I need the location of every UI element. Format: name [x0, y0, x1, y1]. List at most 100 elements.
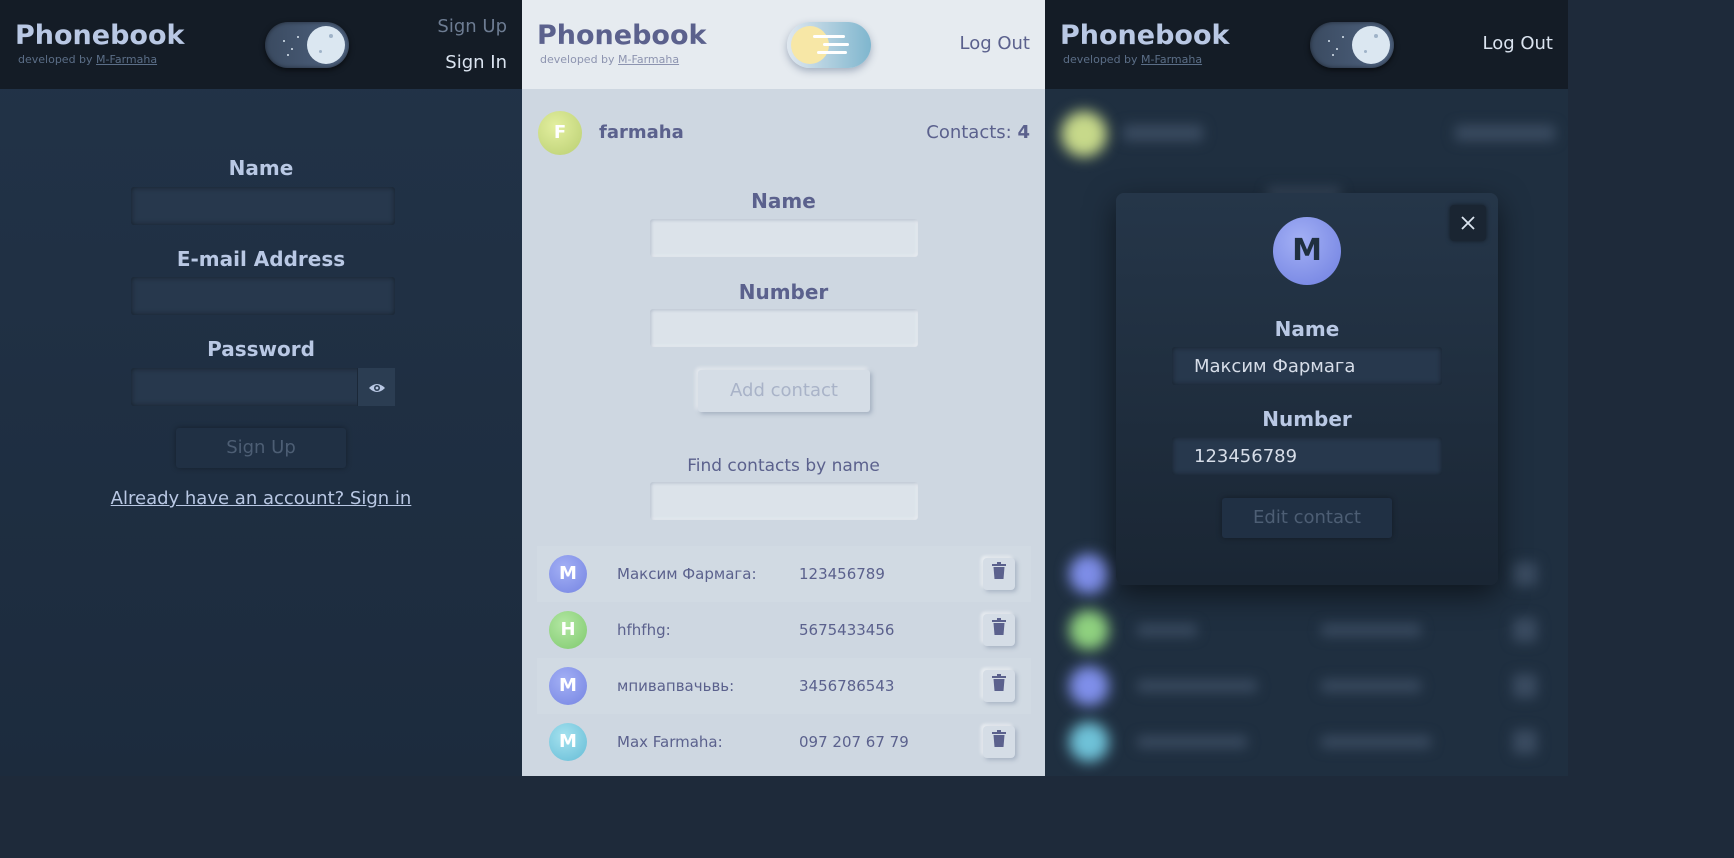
blurred-number — [1321, 624, 1421, 636]
name-field[interactable] — [131, 187, 395, 225]
moon-icon — [1352, 26, 1390, 64]
number-value: 123456789 — [1194, 446, 1298, 467]
add-contact-button[interactable]: Add contact — [698, 370, 870, 412]
contact-avatar: H — [549, 611, 587, 649]
signup-panel: Phonebook developed by M-Farmaha Sign Up… — [0, 0, 522, 776]
name-field[interactable]: Максим Фармага — [1172, 347, 1442, 385]
star-icon — [1336, 48, 1338, 50]
list-item[interactable]: H hfhfhg: 5675433456 — [537, 602, 1031, 658]
header: Phonebook developed by M-Farmaha Sign Up… — [0, 0, 522, 89]
blurred-avatar — [1069, 666, 1109, 706]
author-link[interactable]: M-Farmaha — [96, 53, 157, 66]
moon-crater — [319, 50, 322, 53]
trash-icon[interactable] — [983, 726, 1015, 758]
blurred-avatar — [1069, 722, 1109, 762]
moon-crater — [1364, 50, 1367, 53]
username: farmaha — [599, 122, 684, 143]
blurred-trash — [1513, 674, 1537, 698]
contact-name: Max Farmaha: — [617, 733, 723, 751]
name-label: Name — [1274, 317, 1340, 341]
contact-avatar: М — [549, 555, 587, 593]
user-avatar: F — [538, 111, 582, 155]
blurred-number — [1321, 736, 1431, 748]
list-item[interactable]: М мпивапвачьвь: 3456786543 — [537, 658, 1031, 714]
log-out-link[interactable]: Log Out — [959, 33, 1030, 54]
wind-line — [813, 35, 845, 38]
app-subtitle: developed by M-Farmaha — [1063, 53, 1202, 66]
password-label: Password — [207, 337, 315, 361]
number-field[interactable]: 123456789 — [1172, 437, 1442, 475]
contact-number: 5675433456 — [799, 621, 895, 639]
contact-avatar: М — [549, 667, 587, 705]
edit-panel: Phonebook developed by M-Farmaha Log Out — [1045, 0, 1568, 776]
blurred-trash — [1513, 730, 1537, 754]
blurred-number — [1321, 680, 1421, 692]
app-title: Phonebook — [537, 20, 707, 51]
theme-toggle[interactable] — [1310, 22, 1394, 68]
search-input[interactable] — [650, 482, 918, 520]
password-field[interactable] — [131, 368, 395, 406]
contact-name: Максим Фармага: — [617, 565, 757, 583]
number-label: Number — [1262, 407, 1352, 431]
name-value: Максим Фармага — [1194, 356, 1356, 377]
wind-line — [823, 43, 849, 46]
email-label: E-mail Address — [176, 247, 346, 271]
header: Phonebook developed by M-Farmaha Log Out — [1045, 0, 1568, 89]
moon-crater — [1374, 34, 1378, 38]
edit-contact-button[interactable]: Edit contact — [1222, 498, 1392, 538]
subtitle-prefix: developed by — [1063, 53, 1138, 66]
app-subtitle: developed by M-Farmaha — [18, 53, 157, 66]
contact-name: мпивапвачьвь: — [617, 677, 735, 695]
number-field[interactable] — [650, 309, 918, 347]
close-icon[interactable] — [1450, 205, 1486, 241]
find-label: Find contacts by name — [687, 456, 880, 476]
contact-number: 097 207 67 79 — [799, 733, 909, 751]
sign-in-link[interactable]: Already have an account? Sign in — [0, 488, 522, 509]
name-label: Name — [751, 189, 816, 213]
blurred-count — [1455, 125, 1555, 141]
blurred-user-avatar — [1061, 111, 1107, 157]
moon-crater — [329, 34, 333, 38]
contacts-list: М Максим Фармага: 123456789 H hfhfhg: 56… — [537, 546, 1031, 770]
contact-avatar: M — [549, 723, 587, 761]
eye-icon[interactable] — [357, 368, 395, 406]
trash-icon[interactable] — [983, 670, 1015, 702]
trash-icon[interactable] — [983, 558, 1015, 590]
contacts-count-label: Contacts: — [926, 122, 1012, 143]
author-link[interactable]: M-Farmaha — [618, 53, 679, 66]
list-item[interactable]: М Максим Фармага: 123456789 — [537, 546, 1031, 602]
blurred-name — [1137, 624, 1197, 636]
contact-number: 123456789 — [799, 565, 885, 583]
author-link[interactable]: M-Farmaha — [1141, 53, 1202, 66]
star-icon — [1342, 36, 1344, 38]
app-title: Phonebook — [15, 20, 185, 51]
name-field[interactable] — [650, 219, 918, 257]
contact-number: 3456786543 — [799, 677, 895, 695]
header: Phonebook developed by M-Farmaha Log Out — [522, 0, 1045, 89]
theme-toggle[interactable] — [787, 22, 871, 68]
theme-toggle[interactable] — [265, 22, 349, 68]
star-icon — [1332, 54, 1334, 56]
blurred-username — [1123, 125, 1203, 141]
star-icon — [291, 48, 293, 50]
star-icon — [297, 36, 299, 38]
nav-sign-in[interactable]: Sign In — [445, 52, 507, 73]
blurred-avatar — [1069, 610, 1109, 650]
trash-icon[interactable] — [983, 614, 1015, 646]
number-label: Number — [738, 280, 829, 304]
nav-sign-up[interactable]: Sign Up — [437, 16, 507, 37]
star-icon — [1328, 40, 1330, 42]
email-field[interactable] — [131, 277, 395, 315]
sign-up-button[interactable]: Sign Up — [176, 428, 346, 468]
contact-avatar: M — [1273, 217, 1341, 285]
app-title: Phonebook — [1060, 20, 1230, 51]
moon-icon — [307, 26, 345, 64]
contact-name: hfhfhg: — [617, 621, 671, 639]
app-subtitle: developed by M-Farmaha — [540, 53, 679, 66]
log-out-link[interactable]: Log Out — [1482, 33, 1553, 54]
list-item[interactable]: M Max Farmaha: 097 207 67 79 — [537, 714, 1031, 770]
name-label: Name — [228, 156, 294, 180]
contacts-count-value: 4 — [1017, 122, 1030, 143]
wind-line — [817, 51, 847, 54]
blurred-name — [1137, 736, 1247, 748]
